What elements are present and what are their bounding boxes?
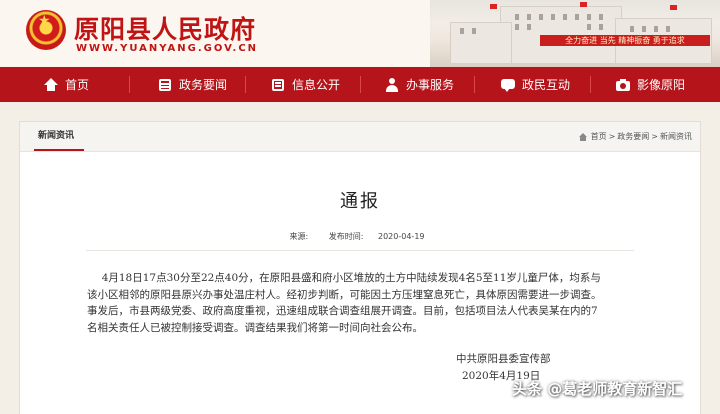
home-icon (44, 77, 58, 92)
camera-icon (616, 78, 630, 92)
watermark-text: 头条 @葛老师教育新智汇 (512, 380, 683, 398)
nav-label: 政民互动 (522, 78, 571, 92)
document-icon (271, 78, 285, 92)
section-underline (34, 149, 84, 151)
published-label: 发布时间: (328, 232, 364, 241)
site-header: ★ 原阳县人民政府 WWW.YUANYANG.GOV.CN 全力奋进 当先 精神… (0, 0, 720, 67)
nav-item-home[interactable]: 首页 (44, 67, 89, 102)
nav-item-interaction[interactable]: 政民互动 (501, 67, 570, 102)
header-banner: 全力奋进 当先 精神振奋 勇于追求 (540, 35, 710, 46)
news-icon (158, 78, 172, 92)
nav-item-gallery[interactable]: 影像原阳 (616, 67, 685, 102)
person-icon (385, 77, 399, 92)
source-label: 来源: (289, 232, 309, 241)
nav-label: 政务要闻 (179, 78, 228, 92)
nav-item-info-disclosure[interactable]: 信息公开 (271, 67, 340, 102)
nav-item-news[interactable]: 政务要闻 (158, 67, 227, 102)
article-body: 4月18日17点30分至22点40分，在原阳县盛和府小区堆放的土方中陆续发现4名… (87, 270, 607, 336)
article-panel: 新闻资讯 首页 > 政务要闻 > 新闻资讯 通报 来源: 发布时间: 2020-… (19, 121, 701, 414)
nav-label: 办事服务 (406, 78, 455, 92)
home-icon (578, 132, 587, 141)
main-nav: 首页 政务要闻 信息公开 办事服务 政民互动 影像原阳 (0, 67, 720, 102)
signature-org: 中共原阳县委宣传部 (456, 353, 551, 365)
panel-header: 新闻资讯 首页 > 政务要闻 > 新闻资讯 (20, 122, 700, 152)
site-title[interactable]: 原阳县人民政府 (74, 10, 256, 46)
breadcrumb: 首页 > 政务要闻 > 新闻资讯 (578, 131, 692, 142)
meta-divider (86, 250, 634, 251)
nav-label: 首页 (65, 78, 90, 92)
breadcrumb-news-link[interactable]: 政务要闻 (617, 131, 649, 142)
nav-label: 影像原阳 (637, 78, 686, 92)
nav-label: 信息公开 (292, 78, 341, 92)
article-title: 通报 (340, 191, 380, 212)
published-date: 2020-04-19 (378, 232, 425, 241)
site-url: WWW.YUANYANG.GOV.CN (76, 43, 259, 54)
breadcrumb-home-link[interactable]: 首页 (591, 131, 607, 142)
article-meta: 来源: 发布时间: 2020-04-19 (20, 231, 700, 242)
chat-icon (501, 78, 515, 92)
breadcrumb-separator: > (651, 132, 658, 141)
breadcrumb-current[interactable]: 新闻资讯 (660, 131, 692, 142)
nav-item-services[interactable]: 办事服务 (385, 67, 454, 102)
breadcrumb-separator: > (608, 132, 616, 141)
article-paragraph: 4月18日17点30分至22点40分，在原阳县盛和府小区堆放的土方中陆续发现4名… (87, 272, 602, 334)
emblem-star-icon: ★ (38, 13, 51, 29)
banner-text: 全力奋进 当先 精神振奋 勇于追求 (565, 36, 685, 45)
header-building-photo (430, 0, 720, 67)
section-title: 新闻资讯 (38, 131, 75, 141)
